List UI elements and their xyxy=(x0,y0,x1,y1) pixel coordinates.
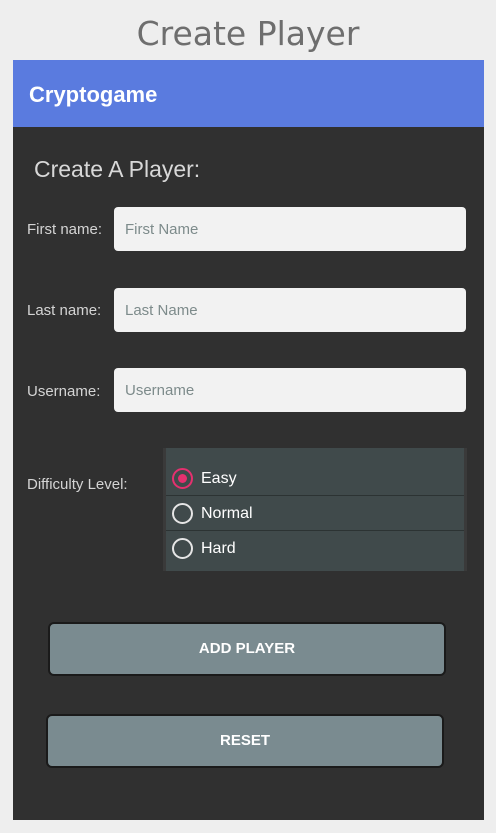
difficulty-radio-group: Easy Normal Hard xyxy=(163,448,467,571)
first-name-input[interactable] xyxy=(114,207,466,251)
radio-label: Normal xyxy=(201,505,253,522)
app-screen: Cryptogame Create A Player: First name: … xyxy=(13,60,484,820)
radio-label: Hard xyxy=(201,540,236,557)
page-title: Create Player xyxy=(136,14,360,53)
radio-unselected-icon[interactable] xyxy=(172,538,193,559)
difficulty-label: Difficulty Level: xyxy=(27,476,128,493)
username-label: Username: xyxy=(27,383,101,400)
last-name-input[interactable] xyxy=(114,288,466,332)
app-bar-title: Cryptogame xyxy=(29,82,158,107)
radio-label: Easy xyxy=(201,470,237,487)
app-bar: Cryptogame xyxy=(13,60,484,127)
form-heading: Create A Player: xyxy=(34,156,201,182)
add-player-button[interactable]: ADD PLAYER xyxy=(48,622,446,676)
reset-button[interactable]: RESET xyxy=(46,714,444,768)
last-name-label: Last name: xyxy=(27,302,102,319)
radio-selected-icon[interactable] xyxy=(172,468,193,489)
difficulty-option-easy[interactable]: Easy xyxy=(166,461,464,496)
difficulty-option-hard[interactable]: Hard xyxy=(166,531,464,566)
difficulty-option-normal[interactable]: Normal xyxy=(166,496,464,531)
radio-unselected-icon[interactable] xyxy=(172,503,193,524)
username-input[interactable] xyxy=(114,368,466,412)
first-name-label: First name: xyxy=(27,221,103,238)
